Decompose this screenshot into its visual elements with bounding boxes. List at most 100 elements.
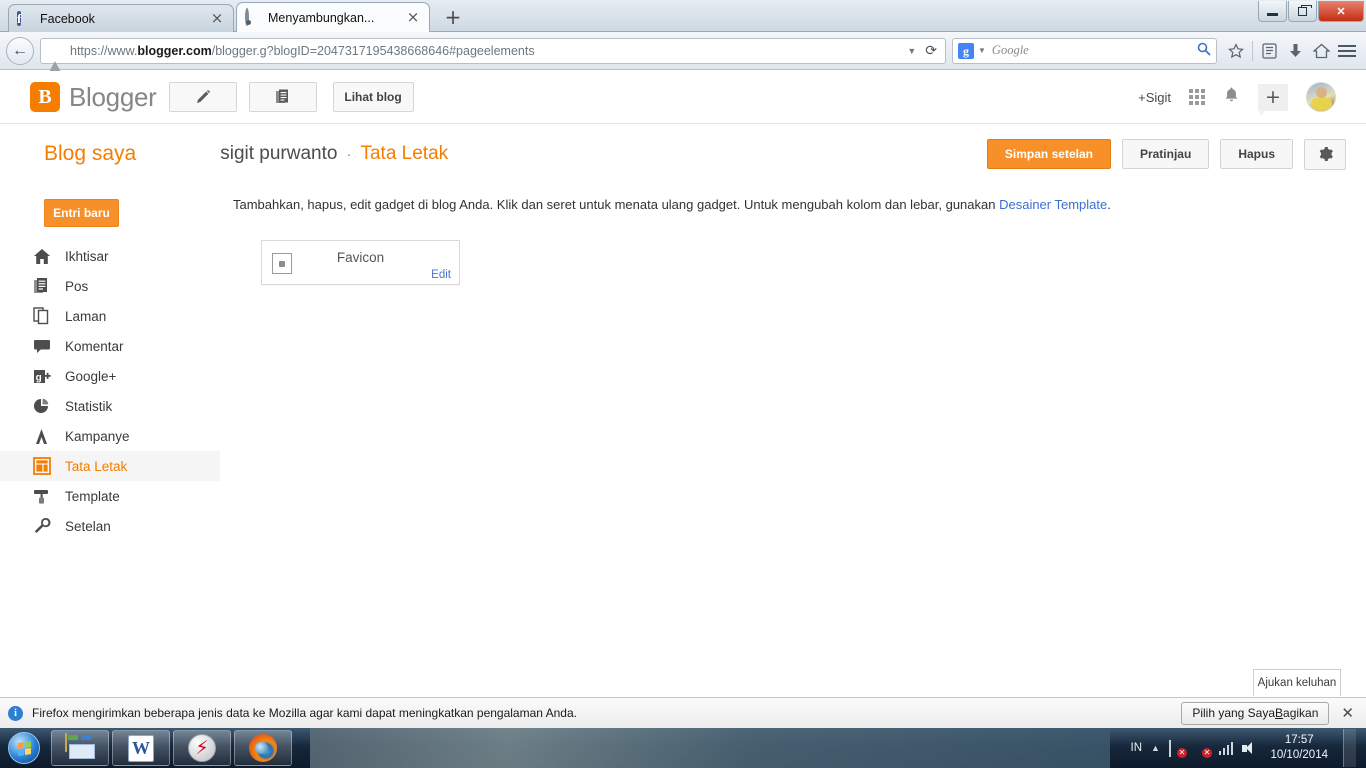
sidebar-item-label: Kampanye [65,428,130,444]
tab-facebook[interactable]: f Facebook × [8,4,234,32]
restore-button[interactable] [1288,1,1317,22]
taskbar-item-firefox[interactable] [234,730,292,766]
sidebar-item-ikhtisar[interactable]: Ikhtisar [0,241,220,271]
taskbar-item-windows-explorer[interactable] [51,730,109,766]
blog-name[interactable]: sigit purwanto [220,143,337,165]
show-desktop-button[interactable] [1343,729,1356,767]
notification-bell-icon[interactable] [1223,86,1240,109]
sidebar-item-komentar[interactable]: Komentar [0,331,220,361]
reader-view-icon[interactable] [1256,38,1282,64]
url-host: blogger.com [137,43,212,58]
close-button[interactable]: ✕ [1318,1,1364,22]
notification-text: Firefox mengirimkan beberapa jenis data … [32,706,577,720]
home-icon[interactable] [1308,38,1334,64]
body-row: Entri baru Ikhtisar Pos Laman Komentar g… [0,184,1366,541]
google-search-engine-icon[interactable]: g [958,42,974,59]
sidebar-item-label: Google+ [65,368,117,384]
url-path: /blogger.g?blogID=2047317195438668646#pa… [211,43,535,58]
sidebar-item-label: Pos [65,278,89,294]
sidebar-item-laman[interactable]: Laman [0,301,220,331]
layout-icon [32,457,51,476]
view-blog-button[interactable]: Lihat blog [332,82,414,112]
posts-list-button[interactable] [248,82,317,112]
notification-actions: Pilih yang Saya Bagikan ✕ [1181,701,1358,725]
word-icon: W [128,734,154,762]
window-controls: ✕ [1257,1,1364,23]
save-settings-button[interactable]: Simpan setelan [986,139,1111,169]
feedback-tooltip[interactable]: Ajukan keluhan [1253,669,1341,696]
page-content: B Blogger Lihat blog +Sigit + Blog saya … [0,71,1366,697]
sidebar-item-google-plus[interactable]: g Google+ [0,361,220,391]
search-icon[interactable] [1197,42,1211,59]
taskbar: W ⚡ IN ▲ ✕ ✕ 17:57 10/10/2014 [0,728,1366,768]
search-icon-svg [1197,42,1211,56]
warning-triangle-icon[interactable]: ! [48,43,64,74]
close-icon[interactable]: ✕ [1341,704,1358,722]
close-icon[interactable]: × [405,9,421,26]
back-button[interactable]: ← [6,36,34,65]
sidebar-item-label: Laman [65,308,107,324]
tab-blogger[interactable]: Menyambungkan... × [236,2,430,32]
action-center-flag-icon[interactable]: ✕ [1168,740,1187,758]
comment-icon [32,337,51,356]
hamburger-menu-icon[interactable] [1334,38,1360,64]
blogger-wordmark: Blogger [69,81,157,112]
chevron-down-icon[interactable]: ▼ [978,46,986,55]
download-icon[interactable] [1282,38,1308,64]
bookmark-star-icon[interactable] [1223,38,1249,64]
chevron-down-icon[interactable]: ▼ [907,46,916,56]
start-button[interactable] [0,729,48,767]
share-choice-button[interactable]: Pilih yang Saya Bagikan [1181,701,1330,725]
gadget-title: Favicon [336,250,385,265]
taskbar-item-microsoft-word[interactable]: W [112,730,170,766]
share-choice-accesskey: B [1275,706,1284,720]
toolbar-divider [1252,40,1253,61]
svg-text:g: g [35,372,41,383]
network-icon[interactable]: ✕ [1194,740,1212,758]
google-plus-profile-link[interactable]: +Sigit [1138,90,1171,105]
signal-bars-icon[interactable] [1218,741,1234,755]
avatar[interactable] [1306,82,1336,112]
volume-icon[interactable] [1242,741,1257,755]
sidebar-item-pos[interactable]: Pos [0,271,220,301]
delete-button[interactable]: Hapus [1220,139,1293,169]
sidebar-item-template[interactable]: Template [0,481,220,511]
main-content: Tambahkan, hapus, edit gadget di blog An… [220,184,1366,541]
pie-chart-icon [32,397,51,416]
chevron-up-icon[interactable]: ▲ [1151,743,1160,753]
search-bar[interactable]: g ▼ Google [952,37,1217,64]
gadget-edit-link[interactable]: Edit [431,269,451,281]
my-blogs-link[interactable]: Blog saya [44,142,136,166]
close-icon[interactable]: × [209,10,225,27]
page-title: Tata Letak [360,143,449,164]
loading-spinner-icon [245,7,261,26]
sidebar-item-setelan[interactable]: Setelan [0,511,220,541]
sidebar-item-kampanye[interactable]: Kampanye [0,421,220,451]
new-entry-button[interactable]: Entri baru [44,199,119,227]
gadget-favicon[interactable]: Favicon Edit [261,240,460,285]
blogger-logo-icon[interactable]: B [30,82,60,112]
new-tab-button[interactable]: + [440,6,466,30]
language-indicator[interactable]: IN [1131,742,1143,754]
tab-strip: f Facebook × Menyambungkan... × + ✕ [0,0,1366,32]
share-choice-label-pre: Pilih yang Saya [1192,706,1276,720]
url-bar-actions: ▼ ⟳ [907,43,941,59]
sidebar-item-tata-letak[interactable]: Tata Letak [0,451,220,481]
share-button[interactable]: + [1258,83,1288,116]
preview-button[interactable]: Pratinjau [1121,139,1210,169]
blog-header: Blog saya sigit purwanto · Tata Letak Si… [0,124,1366,184]
clock[interactable]: 17:57 10/10/2014 [1270,733,1328,763]
gear-icon[interactable] [1304,138,1346,170]
reload-icon[interactable]: ⟳ [925,43,937,59]
template-designer-link[interactable]: Desainer Template [999,197,1107,212]
url-text: https://www.blogger.com/blogger.g?blogID… [70,44,535,58]
taskbar-item-smadav[interactable]: ⚡ [173,730,231,766]
sidebar: Entri baru Ikhtisar Pos Laman Komentar g… [0,184,220,541]
apps-grid-icon[interactable] [1189,89,1205,105]
new-post-button[interactable] [168,82,237,112]
sidebar-item-statistik[interactable]: Statistik [0,391,220,421]
pages-icon [32,307,51,326]
url-bar[interactable]: ! https://www.blogger.com/blogger.g?blog… [40,37,946,74]
minimize-button[interactable] [1258,1,1287,22]
search-input[interactable]: Google [992,43,1029,58]
